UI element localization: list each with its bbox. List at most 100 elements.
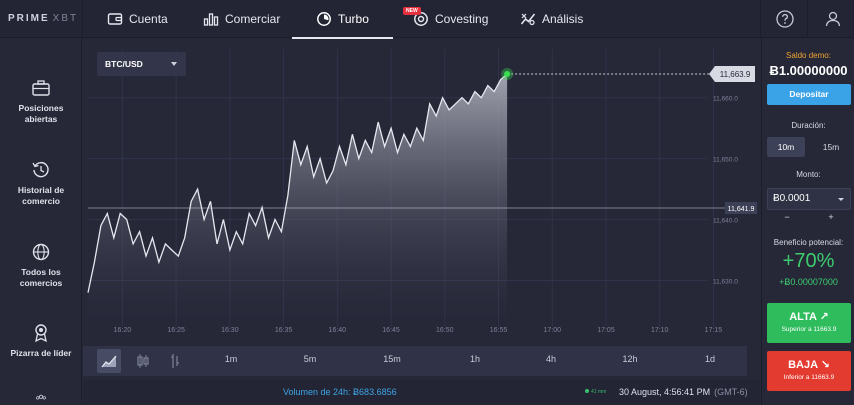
y-axis: 11,660.0 11,650.0 11,640.0 11,630.0 [713,96,738,286]
logo-text: PRIME [8,13,50,24]
duration-label: Duración: [791,121,826,130]
tab-cuenta-label: Cuenta [129,12,168,26]
timeframe-4h[interactable]: 4h [531,354,571,364]
timeframe-15m[interactable]: 15m [372,354,412,364]
timeframe-1h[interactable]: 1h [455,354,495,364]
area-chart-icon [101,355,117,368]
online-dot-icon [585,389,589,393]
globe-icon [30,241,52,263]
up-button-label: ALTA ↗ [789,311,829,323]
price-labels: 11,663.9 11,641.9 [709,65,757,214]
sidebar-label: Todos los [21,267,61,277]
profit-percent: +70% [782,250,835,272]
medal-icon [30,322,52,344]
wallet-icon [107,11,123,27]
x-tick-label: 16:50 [436,327,454,334]
tab-turbo[interactable]: Turbo [292,0,393,39]
x-tick-label: 17:15 [705,327,723,334]
user-button[interactable] [823,9,843,29]
duration-10m-button[interactable]: 10m [767,137,805,157]
app-root: PRIME XBT Cuenta Comerciar Turbo NEW Cov… [0,0,854,405]
strike-price-value: 11,641.9 [728,206,755,213]
y-tick-label: 11,640.0 [713,218,738,225]
sidebar-label: Posiciones [18,103,64,113]
profit-amount: +Ƀ0.00007000 [779,277,838,287]
sidebar-label: comercio [22,196,60,206]
tab-covesting[interactable]: NEW Covesting [403,0,489,38]
bar-chart-icon [203,11,219,27]
analysis-icon [520,11,536,27]
tab-analisis-label: Análisis [542,12,584,26]
nav-divider [807,0,808,38]
timeframe-1m[interactable]: 1m [211,354,251,364]
amount-value: Ƀ0.0001 [773,193,811,204]
demo-balance-value: Ƀ1.00000000 [769,63,848,78]
history-icon [30,159,52,181]
up-button-sub: Superior a 11663.9 [781,326,837,333]
x-tick-label: 17:00 [543,327,561,334]
current-price-glow [501,67,514,80]
chart-area[interactable]: 11,660.0 11,650.0 11,640.0 11,630.0 16:20 16… [83,39,760,379]
area-chart-button[interactable] [97,349,121,373]
current-price-value: 11,663.9 [720,70,751,79]
down-button[interactable]: BAJA ↘ Inferior a 11663.9 [767,351,851,391]
briefcase-icon [30,77,52,99]
down-button-label: BAJA ↘ [788,359,830,371]
demo-balance-label: Saldo demo: [786,51,831,60]
logo[interactable]: PRIME XBT [8,13,78,24]
timeframe-5m[interactable]: 5m [290,354,330,364]
sidebar-label: comercios [19,278,63,288]
x-tick-label: 16:30 [221,327,239,334]
sidebar-item-pizarra[interactable]: Pizarra de líder [0,322,82,359]
top-nav: PRIME XBT Cuenta Comerciar Turbo NEW Cov… [0,0,854,39]
y-tick-label: 11,630.0 [713,278,738,285]
datetime: 30 August, 4:56:41 PM (GMT-6) [619,387,748,397]
y-tick-label: 11,650.0 [713,157,738,164]
sidebar-label: Pizarra de líder [10,348,72,358]
tab-turbo-label: Turbo [338,12,369,26]
tab-covesting-label: Covesting [435,12,489,26]
trade-panel: Saldo demo: Ƀ1.00000000 Depositar Duraci… [761,39,854,405]
tab-comerciar[interactable]: Comerciar [203,0,280,38]
candlestick-button[interactable] [131,349,155,373]
sidebar-item-todos[interactable]: Todos los comercios [0,241,82,289]
sidebar-item-more[interactable] [0,393,82,405]
online-indicator: 41 mm [585,389,606,395]
tab-analisis[interactable]: Análisis [520,0,583,38]
tab-cuenta[interactable]: Cuenta [107,0,168,38]
x-tick-label: 16:20 [114,327,132,334]
user-icon [825,11,841,27]
x-tick-label: 16:45 [382,327,400,334]
price-area [88,74,508,317]
duration-15m-button[interactable]: 15m [812,137,850,157]
status-bar: Volumen de 24h: Ƀ683.6856 41 mm 30 Augus… [83,380,760,405]
question-circle-icon [776,10,794,28]
logo-sub: XBT [52,13,79,24]
price-chart[interactable]: 11,660.011,650.011,640.011,630.0 16:20 16… [83,39,760,346]
amount-decrease-button[interactable]: − [767,211,807,223]
timeframe-12h[interactable]: 12h [610,354,650,364]
up-button[interactable]: ALTA ↗ Superior a 11663.9 [767,303,851,343]
timer-icon [316,11,332,27]
x-tick-label: 17:05 [597,327,615,334]
bars-button[interactable] [163,349,187,373]
datetime-value: 30 August, 4:56:41 PM [619,387,711,397]
x-tick-label: 16:55 [490,327,508,334]
amount-increase-button[interactable]: + [811,211,851,223]
pair-select[interactable]: BTC/USD [97,52,186,76]
chart-area-fill [88,74,508,317]
timeframe-bar: 1m 5m 15m 1h 4h 12h 1d [83,346,747,376]
sidebar-item-historial[interactable]: Historial de comercio [0,159,82,207]
sidebar-item-posiciones[interactable]: Posiciones abiertas [0,77,82,125]
x-tick-label: 17:10 [651,327,669,334]
amount-input[interactable]: Ƀ0.0001 [767,188,851,210]
online-count: 41 mm [591,389,607,395]
chevron-down-icon [171,62,177,66]
x-tick-label: 16:35 [275,327,293,334]
timeframe-1d[interactable]: 1d [690,354,730,364]
help-button[interactable] [775,9,795,29]
tab-comerciar-label: Comerciar [225,12,281,26]
chevron-down-icon [838,198,844,201]
deposit-button[interactable]: Depositar [767,84,851,105]
x-tick-label: 16:40 [329,327,347,334]
